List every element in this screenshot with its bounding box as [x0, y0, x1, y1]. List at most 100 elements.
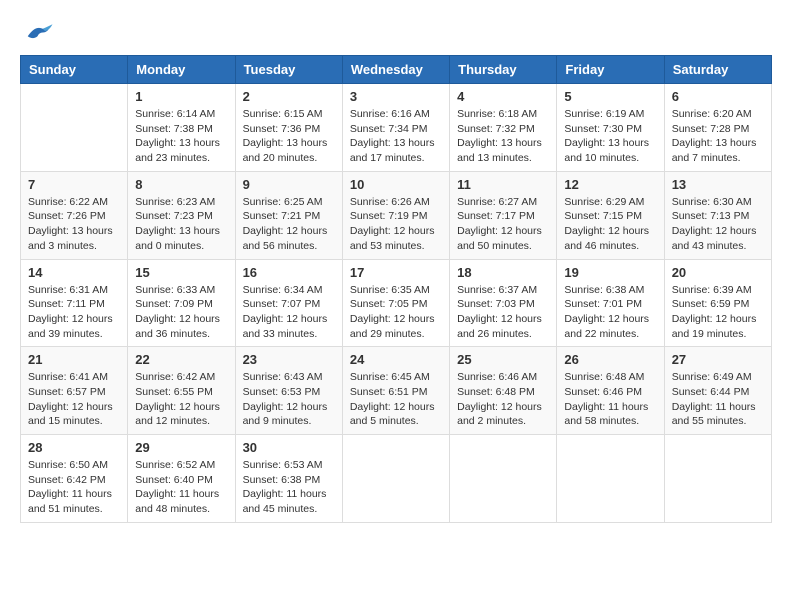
calendar-cell: 10 Sunrise: 6:26 AMSunset: 7:19 PMDayligh…: [342, 171, 449, 259]
day-info: Sunrise: 6:37 AMSunset: 7:03 PMDaylight:…: [457, 283, 549, 342]
calendar-cell: 11 Sunrise: 6:27 AMSunset: 7:17 PMDayligh…: [450, 171, 557, 259]
day-number: 8: [135, 177, 227, 192]
calendar-header-sunday: Sunday: [21, 56, 128, 84]
calendar-cell: 8 Sunrise: 6:23 AMSunset: 7:23 PMDaylight…: [128, 171, 235, 259]
day-number: 12: [564, 177, 656, 192]
day-info: Sunrise: 6:41 AMSunset: 6:57 PMDaylight:…: [28, 370, 120, 429]
day-number: 20: [672, 265, 764, 280]
calendar-cell: 9 Sunrise: 6:25 AMSunset: 7:21 PMDaylight…: [235, 171, 342, 259]
day-info: Sunrise: 6:45 AMSunset: 6:51 PMDaylight:…: [350, 370, 442, 429]
day-number: 9: [243, 177, 335, 192]
day-number: 7: [28, 177, 120, 192]
day-number: 13: [672, 177, 764, 192]
calendar-cell: 1Sunrise: 6:14 AMSunset: 7:38 PMDaylight…: [128, 84, 235, 172]
day-info: Sunrise: 6:29 AMSunset: 7:15 PMDaylight:…: [564, 195, 656, 254]
day-info: Sunrise: 6:22 AMSunset: 7:26 PMDaylight:…: [28, 195, 120, 254]
day-number: 23: [243, 352, 335, 367]
calendar-cell: 21 Sunrise: 6:41 AMSunset: 6:57 PMDayligh…: [21, 347, 128, 435]
calendar-cell: 30 Sunrise: 6:53 AMSunset: 6:38 PMDayligh…: [235, 435, 342, 523]
day-info: Sunrise: 6:31 AMSunset: 7:11 PMDaylight:…: [28, 283, 120, 342]
calendar-week-row: 21 Sunrise: 6:41 AMSunset: 6:57 PMDayligh…: [21, 347, 772, 435]
day-number: 14: [28, 265, 120, 280]
calendar-cell: 18 Sunrise: 6:37 AMSunset: 7:03 PMDayligh…: [450, 259, 557, 347]
calendar-cell: 22 Sunrise: 6:42 AMSunset: 6:55 PMDayligh…: [128, 347, 235, 435]
calendar-cell: 29Sunrise: 6:52 AMSunset: 6:40 PMDayligh…: [128, 435, 235, 523]
day-number: 4: [457, 89, 549, 104]
day-number: 22: [135, 352, 227, 367]
day-info: Sunrise: 6:49 AMSunset: 6:44 PMDaylight:…: [672, 370, 764, 429]
calendar-cell: 16 Sunrise: 6:34 AMSunset: 7:07 PMDayligh…: [235, 259, 342, 347]
day-info: Sunrise: 6:35 AMSunset: 7:05 PMDaylight:…: [350, 283, 442, 342]
day-number: 18: [457, 265, 549, 280]
page-header: [20, 20, 772, 45]
day-info: Sunrise: 6:26 AMSunset: 7:19 PMDaylight:…: [350, 195, 442, 254]
day-info: Sunrise: 6:19 AMSunset: 7:30 PMDaylight:…: [564, 107, 656, 166]
calendar-cell: 20 Sunrise: 6:39 AMSunset: 6:59 PMDayligh…: [664, 259, 771, 347]
day-info: Sunrise: 6:27 AMSunset: 7:17 PMDaylight:…: [457, 195, 549, 254]
day-info: Sunrise: 6:38 AMSunset: 7:01 PMDaylight:…: [564, 283, 656, 342]
calendar-cell: 17 Sunrise: 6:35 AMSunset: 7:05 PMDayligh…: [342, 259, 449, 347]
calendar-week-row: 1Sunrise: 6:14 AMSunset: 7:38 PMDaylight…: [21, 84, 772, 172]
calendar-cell: [21, 84, 128, 172]
day-number: 27: [672, 352, 764, 367]
day-info: Sunrise: 6:23 AMSunset: 7:23 PMDaylight:…: [135, 195, 227, 254]
day-info: Sunrise: 6:25 AMSunset: 7:21 PMDaylight:…: [243, 195, 335, 254]
day-info: Sunrise: 6:46 AMSunset: 6:48 PMDaylight:…: [457, 370, 549, 429]
calendar-header-saturday: Saturday: [664, 56, 771, 84]
calendar-cell: 4 Sunrise: 6:18 AMSunset: 7:32 PMDaylight…: [450, 84, 557, 172]
day-info: Sunrise: 6:43 AMSunset: 6:53 PMDaylight:…: [243, 370, 335, 429]
calendar-cell: 3 Sunrise: 6:16 AMSunset: 7:34 PMDaylight…: [342, 84, 449, 172]
calendar-cell: 26 Sunrise: 6:48 AMSunset: 6:46 PMDayligh…: [557, 347, 664, 435]
day-info: Sunrise: 6:42 AMSunset: 6:55 PMDaylight:…: [135, 370, 227, 429]
calendar-week-row: 28Sunrise: 6:50 AMSunset: 6:42 PMDayligh…: [21, 435, 772, 523]
day-info: Sunrise: 6:52 AMSunset: 6:40 PMDaylight:…: [135, 458, 227, 517]
calendar-header-thursday: Thursday: [450, 56, 557, 84]
day-number: 25: [457, 352, 549, 367]
calendar-cell: 24Sunrise: 6:45 AMSunset: 6:51 PMDayligh…: [342, 347, 449, 435]
calendar-cell: 5 Sunrise: 6:19 AMSunset: 7:30 PMDaylight…: [557, 84, 664, 172]
day-number: 16: [243, 265, 335, 280]
day-number: 11: [457, 177, 549, 192]
day-number: 30: [243, 440, 335, 455]
calendar-table: SundayMondayTuesdayWednesdayThursdayFrid…: [20, 55, 772, 523]
day-number: 2: [243, 89, 335, 104]
calendar-cell: 27 Sunrise: 6:49 AMSunset: 6:44 PMDayligh…: [664, 347, 771, 435]
calendar-week-row: 7 Sunrise: 6:22 AMSunset: 7:26 PMDaylight…: [21, 171, 772, 259]
calendar-cell: 15Sunrise: 6:33 AMSunset: 7:09 PMDayligh…: [128, 259, 235, 347]
day-number: 17: [350, 265, 442, 280]
day-number: 3: [350, 89, 442, 104]
calendar-cell: 6Sunrise: 6:20 AMSunset: 7:28 PMDaylight…: [664, 84, 771, 172]
calendar-header-row: SundayMondayTuesdayWednesdayThursdayFrid…: [21, 56, 772, 84]
day-info: Sunrise: 6:18 AMSunset: 7:32 PMDaylight:…: [457, 107, 549, 166]
day-info: Sunrise: 6:39 AMSunset: 6:59 PMDaylight:…: [672, 283, 764, 342]
day-info: Sunrise: 6:30 AMSunset: 7:13 PMDaylight:…: [672, 195, 764, 254]
day-number: 10: [350, 177, 442, 192]
calendar-cell: 13 Sunrise: 6:30 AMSunset: 7:13 PMDayligh…: [664, 171, 771, 259]
day-number: 6: [672, 89, 764, 104]
calendar-cell: 12 Sunrise: 6:29 AMSunset: 7:15 PMDayligh…: [557, 171, 664, 259]
calendar-cell: [557, 435, 664, 523]
calendar-cell: [664, 435, 771, 523]
calendar-week-row: 14 Sunrise: 6:31 AMSunset: 7:11 PMDayligh…: [21, 259, 772, 347]
logo-bird-icon: [24, 20, 54, 45]
calendar-cell: [450, 435, 557, 523]
calendar-cell: 2 Sunrise: 6:15 AMSunset: 7:36 PMDaylight…: [235, 84, 342, 172]
day-number: 28: [28, 440, 120, 455]
calendar-cell: 14 Sunrise: 6:31 AMSunset: 7:11 PMDayligh…: [21, 259, 128, 347]
day-info: Sunrise: 6:16 AMSunset: 7:34 PMDaylight:…: [350, 107, 442, 166]
calendar-cell: 28Sunrise: 6:50 AMSunset: 6:42 PMDayligh…: [21, 435, 128, 523]
day-info: Sunrise: 6:15 AMSunset: 7:36 PMDaylight:…: [243, 107, 335, 166]
day-info: Sunrise: 6:53 AMSunset: 6:38 PMDaylight:…: [243, 458, 335, 517]
calendar-cell: [342, 435, 449, 523]
day-number: 19: [564, 265, 656, 280]
calendar-header-monday: Monday: [128, 56, 235, 84]
day-number: 26: [564, 352, 656, 367]
day-number: 5: [564, 89, 656, 104]
day-info: Sunrise: 6:48 AMSunset: 6:46 PMDaylight:…: [564, 370, 656, 429]
day-number: 21: [28, 352, 120, 367]
calendar-header-wednesday: Wednesday: [342, 56, 449, 84]
calendar-cell: 23 Sunrise: 6:43 AMSunset: 6:53 PMDayligh…: [235, 347, 342, 435]
day-info: Sunrise: 6:34 AMSunset: 7:07 PMDaylight:…: [243, 283, 335, 342]
calendar-header-friday: Friday: [557, 56, 664, 84]
calendar-cell: 19 Sunrise: 6:38 AMSunset: 7:01 PMDayligh…: [557, 259, 664, 347]
